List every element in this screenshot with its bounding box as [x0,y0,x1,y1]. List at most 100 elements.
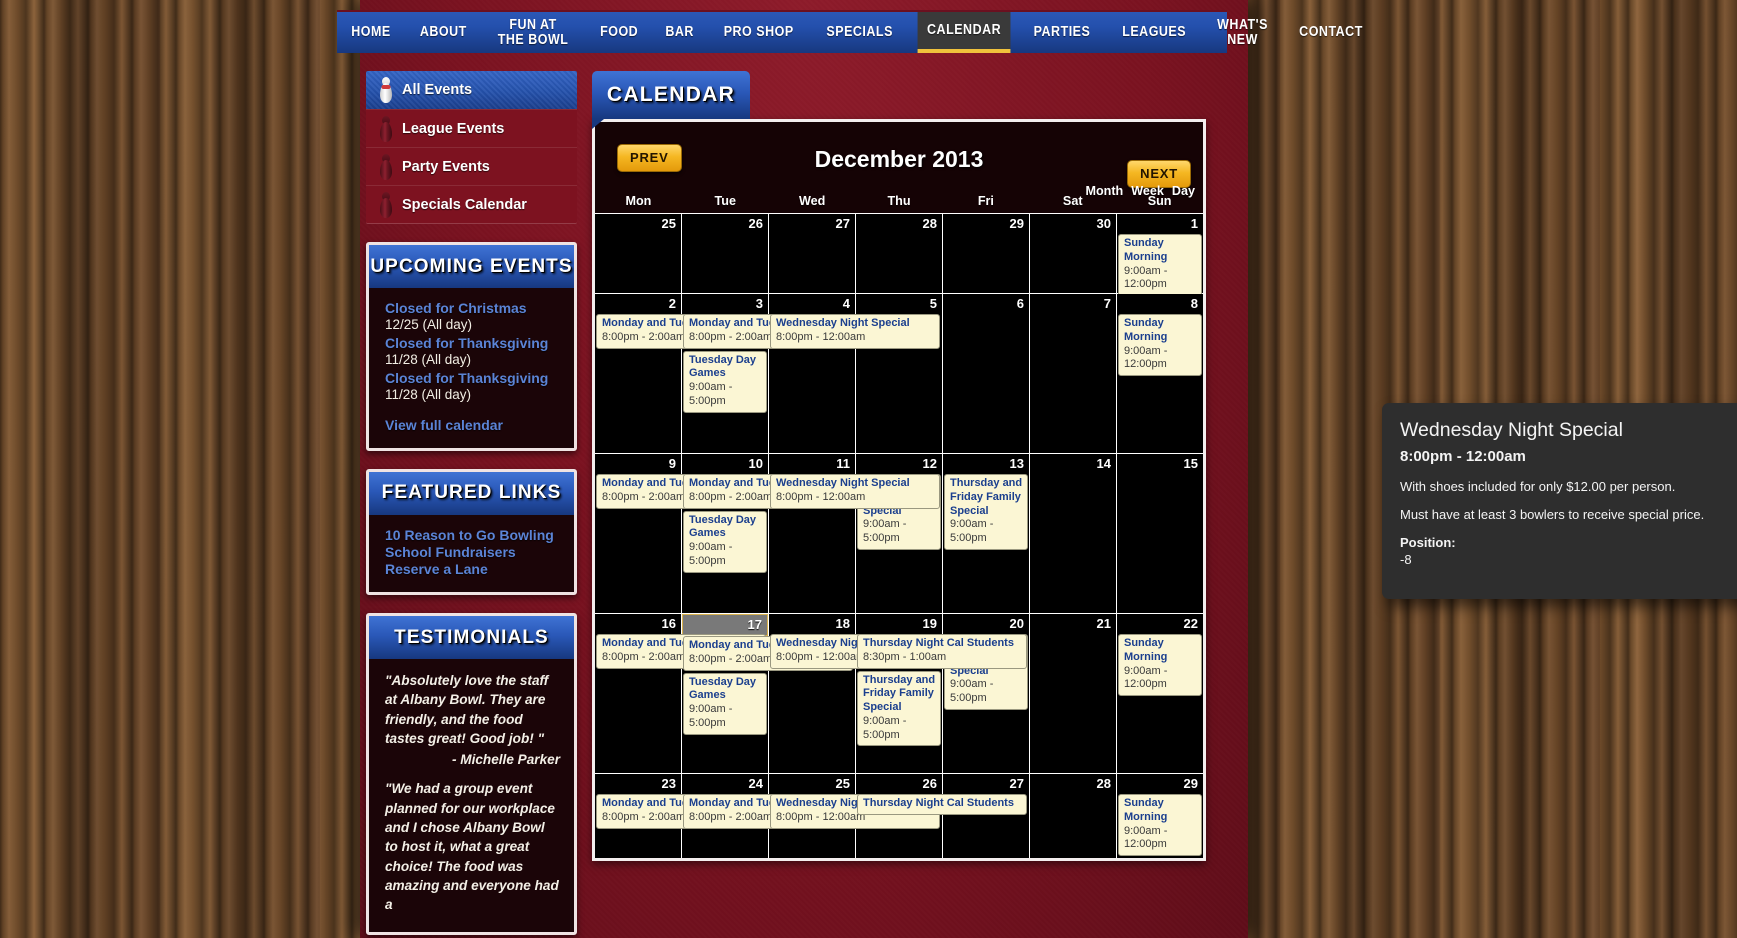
calendar-event[interactable]: Thursday Night Cal Students [857,794,1027,815]
day-number: 29 [1009,216,1024,231]
nav-item-contact[interactable]: CONTACT [1290,12,1373,53]
calendar-tab-heading: CALENDAR [592,71,750,129]
nav-item-pro-shop[interactable]: PRO SHOP [714,12,803,53]
calendar-event[interactable]: Tuesday Day Games 9:00am - 5:00pm [683,672,767,735]
calendar-day-cell[interactable]: 30 [1029,214,1116,293]
day-number: 26 [922,776,937,791]
sidebar-item-specials-calendar[interactable]: Specials Calendar [366,185,577,223]
calendar-day-cell[interactable]: 19 Thursday Night Cal Students 8:30pm - 1:… [855,614,1027,773]
calendar-event[interactable]: Wednesday Night Special 8:00pm - 12:00am [770,314,940,349]
calendar-day-cell[interactable]: 2 Monday and Tuesday Night 8:00pm - 2:00am [595,294,766,453]
calendar-day-cell[interactable]: 14 [1029,454,1116,613]
day-events: Thursday Night Cal Students 8:30pm - 1:00… [856,634,1027,750]
calendar-event[interactable]: Sunday Morning 9:00am - 12:00pm [1118,314,1202,376]
dow-thu: Thu [887,194,911,208]
calendar-day-cell[interactable]: 8 Sunday Morning 9:00am - 12:00pm [1116,294,1203,453]
featured-link[interactable]: 10 Reason to Go Bowling [385,527,560,544]
event-title: Sunday Morning [1124,317,1168,343]
nav-item-calendar[interactable]: CALENDAR [917,12,1011,53]
sidebar-item-label: League Events [402,120,505,137]
calendar-event[interactable]: Thursday and Friday Family Special9:00am… [857,670,941,747]
day-events [1117,474,1203,476]
calendar-day-cell[interactable]: 9 Monday and Tuesday Night 8:00pm - 2:00am [595,454,766,613]
featured-link[interactable]: Reserve a Lane [385,561,560,578]
calendar-day-cell[interactable]: 22 Sunday Morning 9:00am - 12:00pm [1116,614,1203,773]
day-number: 27 [835,216,850,231]
event-title: Tuesday Day Games [689,353,757,380]
nav-item-specials[interactable]: SPECIALS [817,12,902,53]
calendar-day-cell[interactable]: 18 Wednesday Night Special 8:00pm - 12:00a… [768,614,940,773]
calendar-view-switcher: Month Week Day [1085,184,1195,198]
calendar-event[interactable]: Thursday Night Cal Students 8:30pm - 1:00… [857,634,1027,669]
sidebar-item-all-events[interactable]: All Events [366,71,577,109]
calendar-day-cell[interactable]: 1 Sunday Morning 9:00am - 12:00pm [1116,214,1203,296]
nav-item-fun-at-the-bowl[interactable]: FUN AT THE BOWL [489,12,579,53]
upcoming-event-date: 12/25 (All day) [385,317,473,333]
view-option-month[interactable]: Month [1085,184,1123,198]
dow-wed: Wed [798,194,826,208]
sidebar: All Events League Events Party Events Speci… [366,71,577,938]
popup-description-2: Must have at least 3 bowlers to receive … [1400,507,1705,522]
calendar-event[interactable]: Sunday Morning 9:00am - 12:00pm [1118,234,1202,296]
calendar-day-cell[interactable]: 29 Sunday Morning 9:00am - 12:00pm [1116,774,1203,858]
event-time: 8:00pm - 12:00am [776,330,866,343]
calendar-day-cell[interactable]: 10 Monday and Tuesday Night 8:00pm - 2:00a… [681,454,853,613]
featured-link[interactable]: School Fundraisers [385,544,560,561]
calendar-day-cell[interactable]: 21 [1029,614,1116,773]
calendar-day-cell[interactable]: 28 [1029,774,1116,858]
view-option-week[interactable]: Week [1131,184,1164,198]
calendar-event[interactable]: Tuesday Day Games 9:00am - 5:00pm [683,510,767,573]
calendar-day-cell[interactable]: 13 Thursday and Friday Family Special 9:00… [942,454,1029,613]
calendar-day-cell[interactable]: 28 [855,214,942,293]
nav-item-about[interactable]: ABOUT [410,12,476,53]
upcoming-event-link[interactable]: Closed for Thanksgiving [385,370,560,387]
day-number: 29 [1183,776,1198,791]
day-events [595,234,681,236]
calendar-day-cell[interactable]: 3 Monday and Tuesday Night 8:00pm - 2:00am… [681,294,853,453]
calendar-header: PREV December 2013 NEXT Month Week Day [595,122,1203,198]
calendar-day-cell[interactable]: 27 [942,774,1029,858]
sidebar-item-party-events[interactable]: Party Events [366,147,577,185]
calendar-day-cell[interactable]: 27 [768,214,855,293]
sidebar-item-label: Specials Calendar [402,196,527,213]
nav-item-what-s-new[interactable]: WHAT'S NEW [1208,12,1278,53]
upcoming-event-link[interactable]: Closed for Thanksgiving [385,335,560,352]
event-time: 8:30pm - 1:00am [863,650,947,663]
calendar-day-cell[interactable]: 26 [681,214,768,293]
calendar-event[interactable]: Tuesday Day Games 9:00am - 5:00pm [683,350,767,413]
view-option-day[interactable]: Day [1172,184,1195,198]
day-number: 21 [1096,616,1111,631]
nav-item-parties[interactable]: PARTIES [1024,12,1100,53]
day-number: 23 [661,776,676,791]
calendar-day-cell[interactable]: 7 [1029,294,1116,453]
day-number: 5 [929,296,937,311]
calendar-day-cell[interactable]: 23 Monday and Tuesday Night 8:00pm - 2:00a… [595,774,766,858]
sidebar-item-label: Party Events [402,158,490,175]
nav-item-bar[interactable]: BAR [656,12,703,53]
calendar-container: PREV December 2013 NEXT Month Week Day Mon… [592,119,1206,861]
calendar-day-cell[interactable]: 24 Monday and Tuesday Night 8:00pm - 2:00a… [681,774,853,858]
calendar-day-cell[interactable]: 25 [595,214,681,293]
day-number: 6 [1016,296,1024,311]
calendar-day-cell[interactable]: 25 Wednesday Night Special 8:00pm - 12:00a… [768,774,940,858]
calendar-event[interactable]: Wednesday Night Special 8:00pm - 12:00am [770,474,940,509]
calendar-day-cell[interactable]: 16 Monday and Tuesday Night 8:00pm - 2:00a… [595,614,766,773]
nav-item-food[interactable]: FOOD [590,12,647,53]
calendar-day-cell[interactable]: 4 Wednesday Night Special 8:00pm - 12:00am [768,294,940,453]
calendar-event[interactable]: Sunday Morning 9:00am - 12:00pm [1118,634,1202,696]
nav-item-home[interactable]: HOME [342,12,400,53]
upcoming-event-link[interactable]: Closed for Christmas [385,300,560,317]
calendar-event[interactable]: Thursday and Friday Family Special9:00am… [944,474,1028,550]
calendar-event[interactable]: Sunday Morning 9:00am - 12:00pm [1118,794,1202,856]
calendar-day-cell[interactable]: 17 Monday and Tuesday Night 8:00pm - 2:00a… [681,614,853,773]
sidebar-item-league-events[interactable]: League Events [366,109,577,147]
calendar-day-cell[interactable]: 15 [1116,454,1203,613]
event-filter-nav: All Events League Events Party Events Speci… [366,71,577,224]
nav-item-leagues[interactable]: LEAGUES [1113,12,1196,53]
view-full-calendar-link[interactable]: View full calendar [385,417,560,434]
calendar-day-cell[interactable]: 11 Wednesday Night Special 8:00pm - 12:00a… [768,454,940,613]
dow-tue: Tue [714,194,737,208]
calendar-day-cell[interactable]: 29 [942,214,1029,293]
calendar-day-cell[interactable]: 6 [942,294,1029,453]
day-events: Monday and Tuesday Night 8:00pm - 2:00am T… [682,314,853,417]
